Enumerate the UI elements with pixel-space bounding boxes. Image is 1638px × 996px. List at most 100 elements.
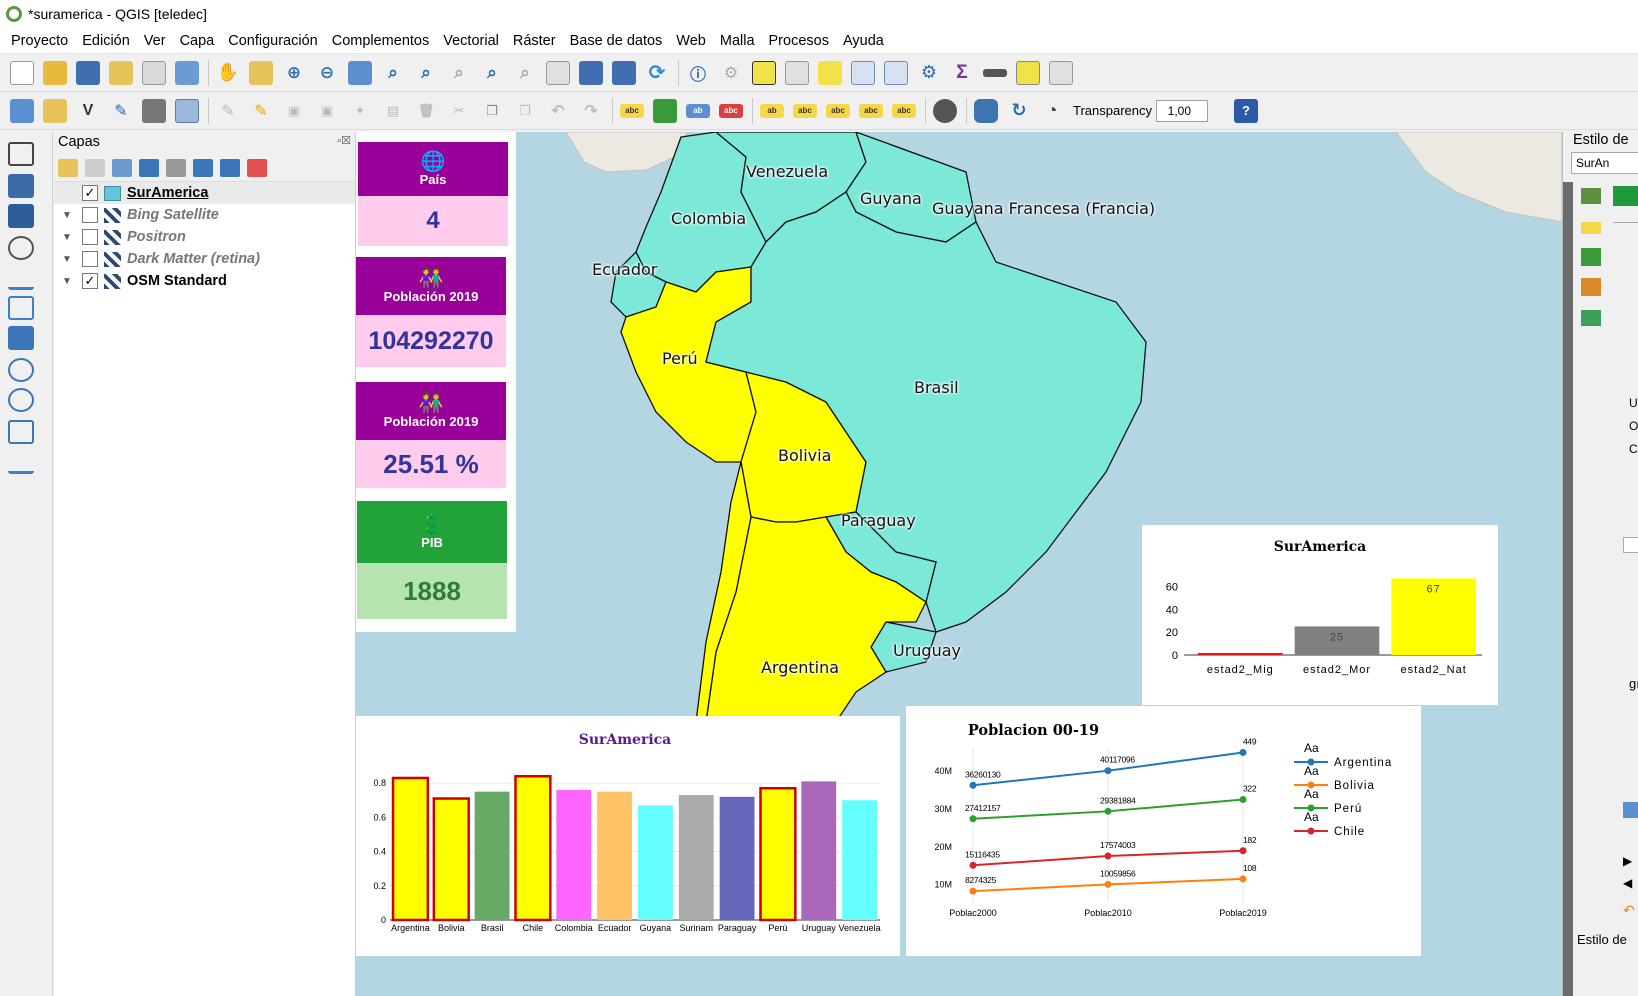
save-edits-icon[interactable]: ▣ xyxy=(282,99,306,123)
add-postgis-icon[interactable] xyxy=(8,326,34,350)
vertex-tool-icon[interactable]: ✦ xyxy=(348,99,372,123)
add-vector-icon[interactable] xyxy=(8,142,34,166)
menu-configuracion[interactable]: Configuración xyxy=(221,33,324,49)
layer-checkbox[interactable]: ✓ xyxy=(82,273,98,289)
statistics-sigma-icon[interactable]: Σ xyxy=(950,61,974,85)
current-edits-icon[interactable]: ✎ xyxy=(216,99,240,123)
open-styling-icon[interactable] xyxy=(58,158,78,177)
add-delimited-icon[interactable] xyxy=(8,236,34,260)
identify-icon[interactable]: ⓘ xyxy=(686,61,710,85)
diagram-icon[interactable] xyxy=(653,98,677,123)
copy-features-icon[interactable]: ❐ xyxy=(480,99,504,123)
menu-malla[interactable]: Malla xyxy=(713,33,762,49)
remove-layer-icon[interactable] xyxy=(247,158,267,177)
add-gpx-icon[interactable] xyxy=(8,266,34,290)
open-project-icon[interactable] xyxy=(43,60,67,85)
expand-arrow-icon[interactable]: ▼ xyxy=(60,232,74,243)
deselect-icon[interactable] xyxy=(818,60,842,85)
menu-raster[interactable]: Ráster xyxy=(506,33,563,49)
add-vector-layer-icon[interactable] xyxy=(10,98,34,123)
add-mesh-icon[interactable] xyxy=(8,204,34,228)
reload-plugin-icon[interactable]: ↻ xyxy=(1007,99,1031,123)
select-by-value-icon[interactable] xyxy=(785,60,809,85)
map-tips-icon[interactable] xyxy=(1016,60,1040,85)
attribute-table-icon[interactable] xyxy=(851,60,875,85)
print-layout-icon[interactable] xyxy=(142,60,166,85)
styling-layer-combo[interactable]: SurAn xyxy=(1571,152,1638,174)
plugin-globe-icon[interactable] xyxy=(933,98,957,123)
save-project-icon[interactable] xyxy=(76,60,100,85)
layer-checkbox[interactable]: ✓ xyxy=(82,185,98,201)
show-hide-labels-icon[interactable]: abc xyxy=(793,103,817,118)
menu-proyecto[interactable]: Proyecto xyxy=(4,33,75,49)
layer-checkbox[interactable] xyxy=(82,251,98,267)
layer-row-osm-standard[interactable]: ▼ ✓ OSM Standard xyxy=(54,270,355,292)
measure-icon[interactable] xyxy=(983,68,1007,77)
python-console-icon[interactable] xyxy=(974,98,998,123)
label-toolbar-icon[interactable]: abc xyxy=(620,103,644,118)
add-raster-layer-icon[interactable] xyxy=(43,98,67,123)
menu-base-de-datos[interactable]: Base de datos xyxy=(563,33,670,49)
menu-complementos[interactable]: Complementos xyxy=(325,33,437,49)
undo-icon[interactable]: ↶ xyxy=(546,99,570,123)
new-shapefile-icon[interactable]: V xyxy=(76,99,100,123)
new-map-view-icon[interactable] xyxy=(546,60,570,85)
add-feature-icon[interactable]: ▣ xyxy=(315,99,339,123)
layer-row-positron[interactable]: ▼ Positron xyxy=(54,226,355,248)
add-wcs-icon[interactable] xyxy=(8,420,34,444)
zoom-selection-icon[interactable]: ⌕ xyxy=(381,61,405,85)
layer-row-bing-satellite[interactable]: ▼ Bing Satellite xyxy=(54,204,355,226)
filter-expression-icon[interactable] xyxy=(166,158,186,177)
filter-legend-icon[interactable] xyxy=(139,158,159,177)
add-spatialite-icon[interactable] xyxy=(8,296,34,320)
add-arcgis-icon[interactable] xyxy=(8,450,34,474)
expand-all-icon[interactable] xyxy=(193,158,213,177)
move-label-icon[interactable]: abc xyxy=(826,103,850,118)
zoom-in-icon[interactable]: ⊕ xyxy=(282,61,306,85)
zoom-last-icon[interactable]: ⌕ xyxy=(480,61,504,85)
menu-web[interactable]: Web xyxy=(669,33,713,49)
new-project-icon[interactable] xyxy=(10,60,34,85)
transparency-spinbox[interactable]: 1,00 xyxy=(1156,99,1208,122)
panel-close-icon[interactable]: ▫☒ xyxy=(337,134,351,152)
symbology-icon[interactable] xyxy=(1581,188,1601,204)
refresh-icon[interactable]: ⟳ xyxy=(645,61,669,85)
action-icon[interactable]: ⚙ xyxy=(719,61,743,85)
zoom-layer-icon[interactable]: ⌕ xyxy=(414,61,438,85)
pan-icon[interactable]: ✋ xyxy=(216,61,240,85)
select-features-icon[interactable] xyxy=(752,60,776,85)
style-manager-icon[interactable] xyxy=(175,60,199,85)
diagrams-icon[interactable] xyxy=(1581,248,1601,266)
menu-procesos[interactable]: Procesos xyxy=(762,33,836,49)
change-label-icon[interactable]: abc xyxy=(892,103,916,118)
rotate-label-icon[interactable]: abc xyxy=(859,103,883,118)
layer-row-suramerica[interactable]: ✓ SurAmerica xyxy=(54,182,355,204)
virtual-layer-icon[interactable] xyxy=(175,98,199,123)
zoom-full-icon[interactable] xyxy=(348,60,372,85)
add-wfs-icon[interactable] xyxy=(8,388,34,412)
zoom-out-icon[interactable]: ⊖ xyxy=(315,61,339,85)
save-as-icon[interactable] xyxy=(109,60,133,85)
zoom-native-icon[interactable]: ⌕ xyxy=(447,61,471,85)
collapse-all-icon[interactable] xyxy=(220,158,240,177)
map-canvas[interactable]: Venezuela Colombia Guyana Guayana France… xyxy=(356,132,1562,996)
play-icon[interactable]: ▶ xyxy=(1623,854,1632,868)
toggle-editing-icon[interactable]: ✎ xyxy=(249,99,273,123)
pin-labels-icon[interactable]: ab xyxy=(760,103,784,118)
layer-row-dark-matter[interactable]: ▼ Dark Matter (retina) xyxy=(54,248,355,270)
expand-arrow-icon[interactable]: ▼ xyxy=(60,276,74,287)
add-raster-icon[interactable] xyxy=(8,174,34,198)
3d-view-icon[interactable] xyxy=(1581,278,1601,296)
delete-selected-icon[interactable]: 🗑 xyxy=(414,99,438,123)
scroll-left-icon[interactable]: ◀ xyxy=(1623,876,1632,890)
symbology-tab-icon[interactable] xyxy=(1613,186,1638,206)
table-icon[interactable] xyxy=(1623,802,1638,818)
redo-icon[interactable]: ↷ xyxy=(579,99,603,123)
field-calculator-icon[interactable] xyxy=(884,60,908,85)
pan-to-selection-icon[interactable] xyxy=(249,60,273,85)
gps-icon[interactable] xyxy=(142,98,166,123)
new-bookmark-icon[interactable] xyxy=(579,60,603,85)
manage-visibility-icon[interactable] xyxy=(112,158,132,177)
add-wms-icon[interactable] xyxy=(8,358,34,382)
zoom-next-icon[interactable]: ⌕ xyxy=(513,61,537,85)
